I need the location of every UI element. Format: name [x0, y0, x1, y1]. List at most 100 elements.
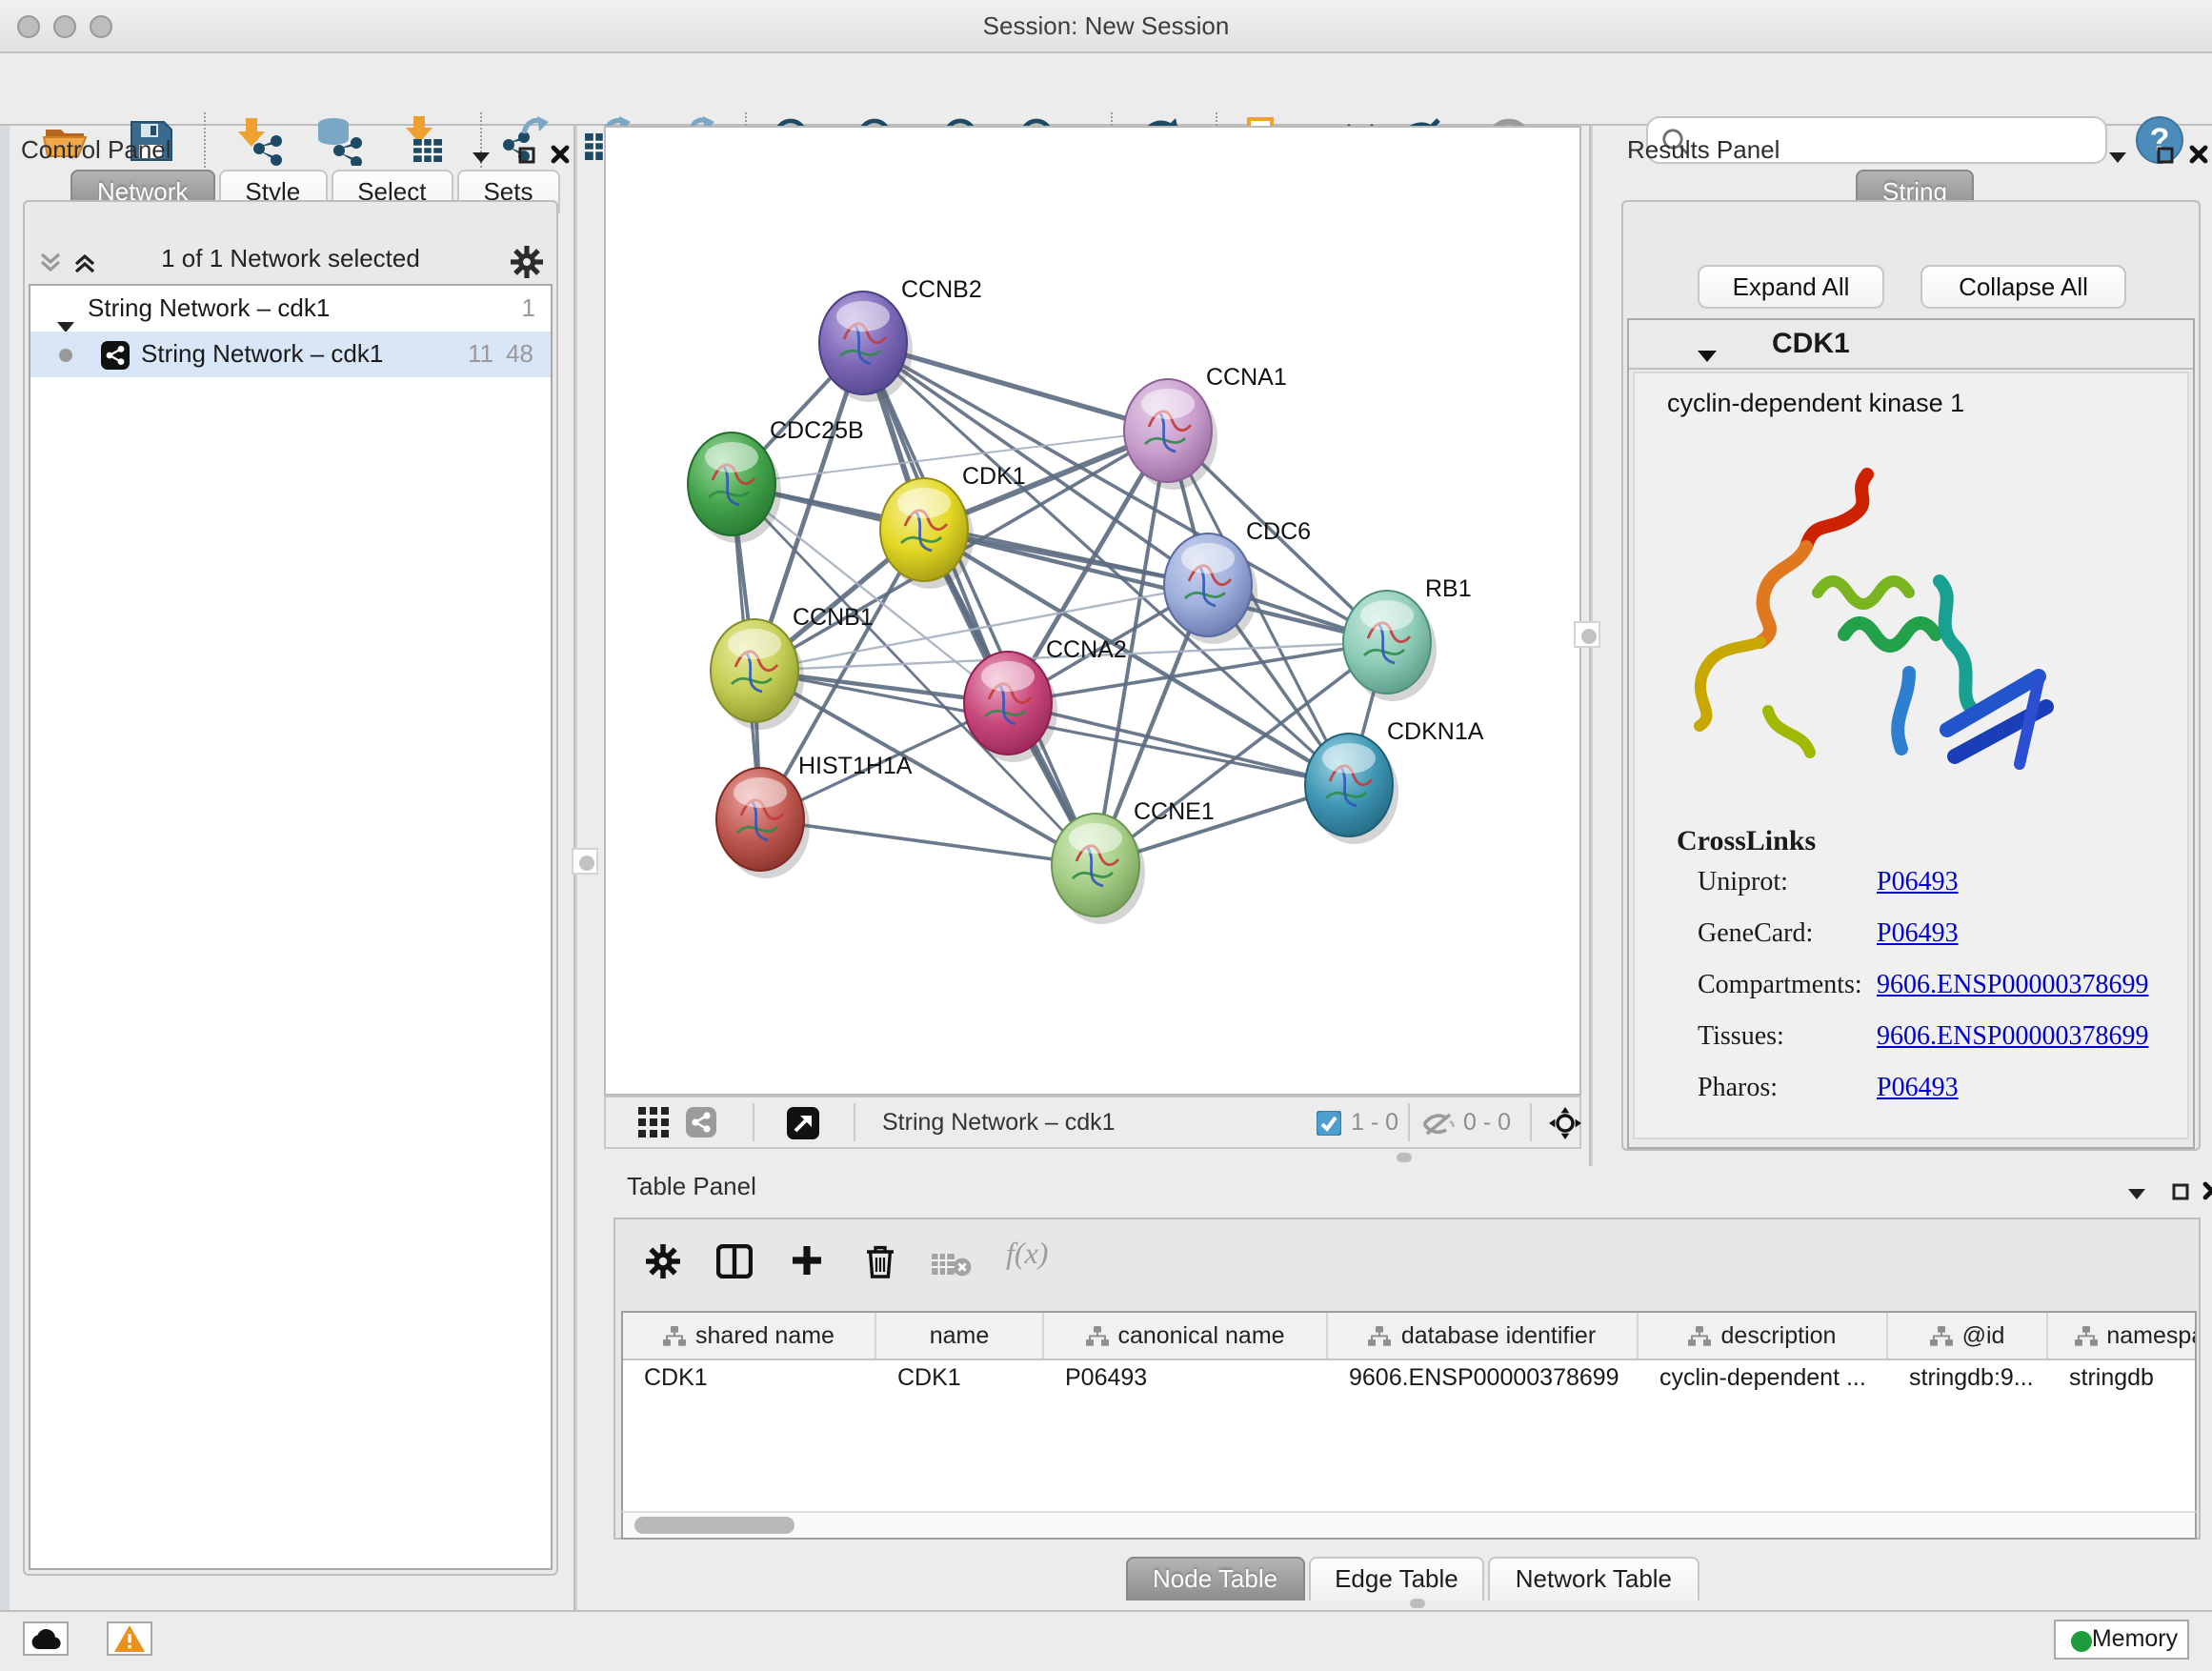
titlebar: Session: New Session [0, 0, 2212, 53]
delete-column-icon[interactable] [865, 1244, 895, 1288]
memory-label: Memory [2092, 1625, 2178, 1652]
network-node-CCNA1[interactable] [1124, 379, 1217, 490]
table-row[interactable]: CDK1CDK1P064939606.ENSP00000378699cyclin… [623, 1360, 2195, 1397]
collection-count: 1 [522, 286, 535, 332]
horizontal-scrollbar[interactable] [621, 1511, 2197, 1540]
network-node-CDK1[interactable] [880, 478, 974, 589]
section-collapse-triangle-icon[interactable] [1698, 339, 1717, 373]
crosslink-link[interactable]: P06493 [1877, 869, 1959, 899]
node-count: 11 [468, 332, 493, 377]
function-builder-icon[interactable]: f(x) [1006, 1238, 1048, 1273]
network-collection-row[interactable]: String Network – cdk1 1 [30, 286, 551, 332]
gene-section-body: cyclin-dependent kinase 1 [1633, 372, 2189, 1139]
column-header-name[interactable]: name [876, 1313, 1044, 1359]
collapse-panel-icon[interactable] [2128, 1176, 2145, 1210]
divider-handle[interactable] [572, 848, 598, 875]
cell[interactable]: stringdb [2048, 1360, 2197, 1397]
cell[interactable]: 9606.ENSP00000378699 [1328, 1360, 1639, 1397]
results-panel-title: Results Panel [1627, 135, 1780, 164]
protein-structure-image [1684, 459, 2058, 798]
network-node-CCNE1[interactable] [1052, 814, 1145, 924]
network-node-HIST1H1A[interactable] [716, 768, 810, 878]
show-columns-icon[interactable] [716, 1244, 753, 1288]
tab-edge-table[interactable]: Edge Table [1308, 1557, 1485, 1601]
splitter-dot[interactable] [1397, 1153, 1412, 1162]
results-panel: Results Panel String Expand All Collapse… [1600, 126, 2212, 1166]
birdseye-crosshair-icon[interactable] [1549, 1107, 1581, 1145]
column-header-shared-name[interactable]: shared name [623, 1313, 876, 1359]
column-header-namespace[interactable]: namespace [2048, 1313, 2197, 1359]
network-node-CCNB2[interactable] [819, 292, 913, 402]
add-column-icon[interactable] [791, 1244, 823, 1286]
toolbar-separator [1408, 1103, 1410, 1141]
detach-view-button[interactable] [787, 1107, 819, 1145]
collapse-all-button[interactable]: Collapse All [1920, 265, 2126, 309]
network-edge[interactable] [863, 343, 1096, 865]
results-scroll-area: CDK1 cyclin-dependent kinase 1 [1627, 318, 2195, 1149]
network-node-CCNA2[interactable] [964, 652, 1057, 762]
network-share-icon [101, 339, 130, 385]
crosslink-row: Pharos:P06493 [1698, 1075, 1778, 1105]
crosslink-link[interactable]: P06493 [1877, 1075, 1959, 1105]
close-panel-icon[interactable] [551, 139, 570, 173]
node-label-CCNB2: CCNB2 [901, 276, 982, 303]
delete-table-icon[interactable] [932, 1250, 972, 1286]
network-edge[interactable] [760, 819, 1096, 865]
crosslink-label: Tissues: [1698, 1023, 1784, 1052]
column-header-database-identifier[interactable]: database identifier [1328, 1313, 1639, 1359]
column-header-canonical-name[interactable]: canonical name [1044, 1313, 1328, 1359]
cell[interactable]: CDK1 [876, 1360, 1044, 1397]
network-node-CDKN1A[interactable] [1305, 734, 1398, 844]
network-row-selected[interactable]: String Network – cdk1 11 48 [30, 332, 551, 377]
network-view-title: String Network – cdk1 [882, 1097, 1116, 1147]
toolbar-separator [854, 1103, 855, 1141]
column-header-@id[interactable]: @id [1888, 1313, 2048, 1359]
cell[interactable]: CDK1 [623, 1360, 876, 1397]
float-panel-icon[interactable] [518, 139, 535, 173]
hidden-eye-icon[interactable] [1421, 1113, 1458, 1141]
cloud-icon [30, 1628, 61, 1649]
close-panel-icon[interactable] [2202, 1176, 2212, 1210]
memory-button[interactable]: Memory [2054, 1620, 2189, 1660]
scrollbar-thumb[interactable] [634, 1517, 794, 1534]
memory-status-dot [2071, 1631, 2092, 1652]
network-node-CDC6[interactable] [1164, 534, 1257, 644]
network-node-RB1[interactable] [1343, 591, 1437, 701]
splitter-dot[interactable] [1410, 1599, 1425, 1608]
main-toolbar: ? [0, 53, 2212, 126]
divider-handle[interactable] [1574, 621, 1600, 648]
cell[interactable]: P06493 [1044, 1360, 1328, 1397]
float-panel-icon[interactable] [2157, 139, 2174, 173]
gear-icon[interactable] [511, 246, 543, 288]
gene-section-header[interactable]: CDK1 [1629, 320, 2193, 370]
crosslink-row: Tissues:9606.ENSP00000378699 [1698, 1023, 1784, 1054]
node-label-CDKN1A: CDKN1A [1387, 718, 1484, 745]
expand-all-button[interactable]: Expand All [1698, 265, 1884, 309]
network-share-icon-gray[interactable] [686, 1107, 716, 1143]
cell[interactable]: cyclin-dependent ... [1639, 1360, 1888, 1397]
cell[interactable]: stringdb:9... [1888, 1360, 2048, 1397]
crosslink-link[interactable]: 9606.ENSP00000378699 [1877, 1023, 2148, 1054]
cytoscape-window: Session: New Session ? Control Pan [0, 0, 2212, 1671]
table-tabs: Node TableEdge TableNetwork Table [1126, 1557, 1702, 1601]
network-node-CDC25B[interactable] [688, 433, 781, 543]
cloud-button[interactable] [23, 1621, 69, 1656]
grid-view-icon[interactable] [638, 1107, 669, 1143]
table-body: CDK1CDK1P064939606.ENSP00000378699cyclin… [623, 1360, 2195, 1397]
collapse-panel-icon[interactable] [473, 139, 490, 173]
tab-network-table[interactable]: Network Table [1489, 1557, 1699, 1601]
selected-checkbox-icon[interactable] [1317, 1111, 1341, 1141]
network-canvas[interactable]: CCNB2CCNA1CDC25BCDK1CDC6RB1CCNB1CCNA2CDK… [604, 126, 1581, 1096]
warning-button[interactable] [107, 1621, 152, 1656]
crosslink-link[interactable]: 9606.ENSP00000378699 [1877, 972, 2148, 1002]
column-header-description[interactable]: description [1639, 1313, 1888, 1359]
hidden-count: 0 - 0 [1463, 1097, 1511, 1147]
close-panel-icon[interactable] [2189, 139, 2208, 173]
current-network-dot-icon [59, 349, 72, 362]
tab-node-table[interactable]: Node Table [1126, 1557, 1304, 1601]
float-panel-icon[interactable] [2172, 1176, 2189, 1210]
collapse-panel-icon[interactable] [2109, 139, 2126, 173]
table-gear-icon[interactable] [646, 1244, 680, 1288]
network-node-CCNB1[interactable] [711, 619, 804, 730]
crosslink-link[interactable]: P06493 [1877, 920, 1959, 951]
